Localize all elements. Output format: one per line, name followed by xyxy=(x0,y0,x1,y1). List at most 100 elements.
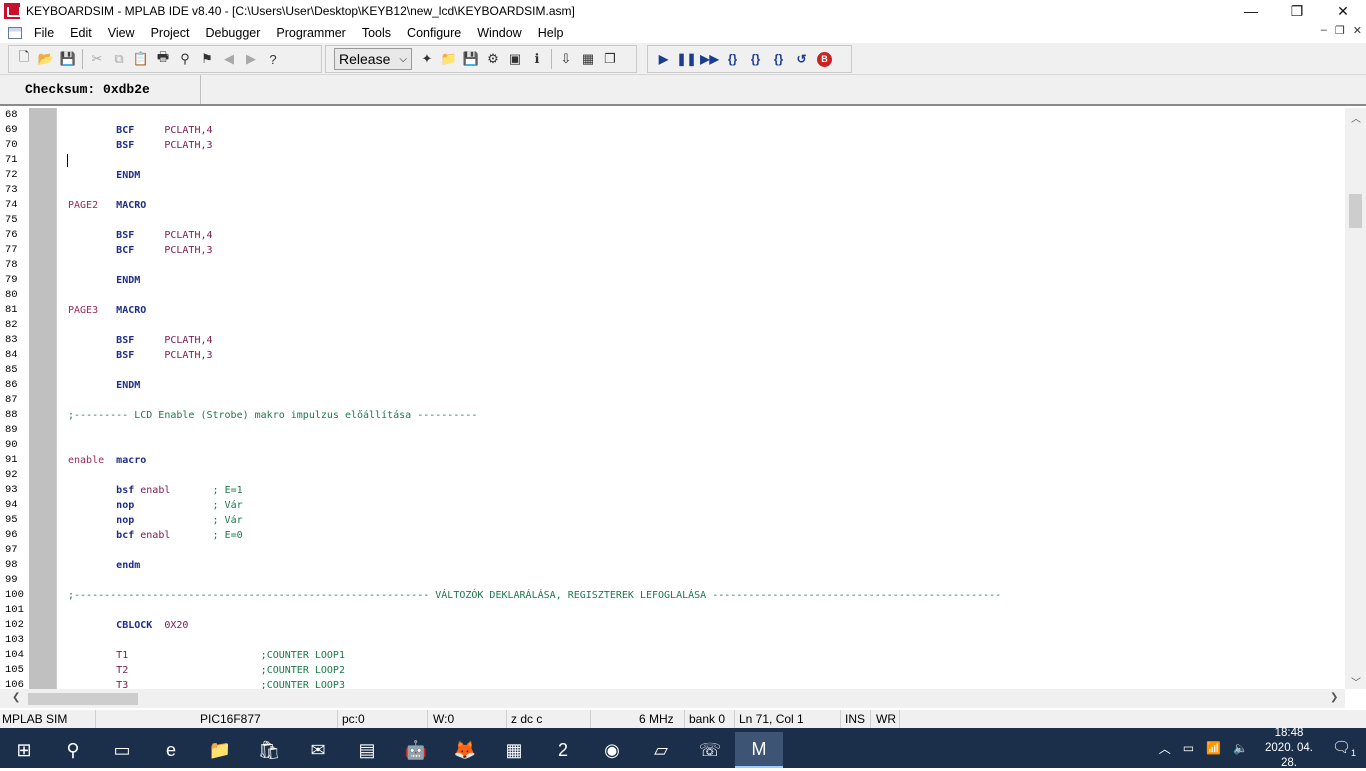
scroll-right-icon[interactable]: ❯ xyxy=(1330,692,1338,703)
code-line[interactable] xyxy=(58,573,1344,588)
notification-center-icon[interactable]: 🗨1 xyxy=(1322,738,1366,758)
horizontal-scrollbar[interactable]: ❮ ❯ xyxy=(0,689,1345,708)
code-line[interactable]: ;--------- LCD Enable (Strobe) makro imp… xyxy=(58,408,1344,423)
reset-icon[interactable]: ↺ xyxy=(790,48,813,70)
breakpoints-icon[interactable]: B xyxy=(817,51,832,67)
chrome-icon[interactable]: ◉ xyxy=(588,732,636,768)
firefox-icon[interactable]: 🦊 xyxy=(441,732,489,768)
menu-programmer[interactable]: Programmer xyxy=(268,26,353,40)
bookmark-next-icon[interactable]: ▶ xyxy=(240,48,262,70)
battery-icon[interactable]: ▭ xyxy=(1183,741,1194,755)
breakpoint-margin[interactable] xyxy=(29,108,56,689)
viber-icon[interactable]: ☏ xyxy=(686,732,734,768)
code-line[interactable] xyxy=(58,603,1344,618)
task-view-icon[interactable]: ▭ xyxy=(98,732,146,768)
android-icon[interactable]: 🤖 xyxy=(392,732,440,768)
minimize-button[interactable]: — xyxy=(1228,0,1274,22)
menu-debugger[interactable]: Debugger xyxy=(197,26,268,40)
doc-minimize-button[interactable]: – xyxy=(1321,24,1327,37)
menu-tools[interactable]: Tools xyxy=(354,26,399,40)
code-line[interactable]: bsf enabl ; E=1 xyxy=(58,483,1344,498)
code-line[interactable] xyxy=(58,318,1344,333)
control-panel-icon[interactable]: ▤ xyxy=(343,732,391,768)
calculator-icon[interactable]: ▦ xyxy=(490,732,538,768)
run-icon[interactable]: ▶ xyxy=(652,48,675,70)
maximize-button[interactable]: ❐ xyxy=(1274,0,1320,22)
build-icon[interactable]: ⚙ xyxy=(482,48,504,70)
menu-view[interactable]: View xyxy=(100,26,143,40)
code-line[interactable]: ENDM xyxy=(58,168,1344,183)
code-line[interactable] xyxy=(58,288,1344,303)
code-line[interactable] xyxy=(58,213,1344,228)
mplab-icon[interactable]: M xyxy=(735,732,783,768)
code-editor[interactable]: 68 69 70 71 72 73 74 75 76 77 78 79 80 81 82 83 84 85 86 87… xyxy=(0,104,1366,710)
code-line[interactable]: BCF PCLATH,3 xyxy=(58,243,1344,258)
find-icon[interactable]: ⚲ xyxy=(174,48,196,70)
code-line[interactable] xyxy=(58,153,1344,168)
code-line[interactable] xyxy=(58,393,1344,408)
memory-icon[interactable]: ▦ xyxy=(577,48,599,70)
code-line[interactable]: BSF PCLATH,3 xyxy=(58,138,1344,153)
doc-restore-button[interactable]: ❐ xyxy=(1335,24,1345,37)
build-config-select[interactable]: Release ⌵ xyxy=(334,48,412,70)
search-icon[interactable]: ⚲ xyxy=(49,732,97,768)
start-icon[interactable]: ⊞ xyxy=(0,732,48,768)
pickit2-icon[interactable]: 2 xyxy=(539,732,587,768)
code-line[interactable]: bcf enabl ; E=0 xyxy=(58,528,1344,543)
new-project-icon[interactable]: ✦ xyxy=(416,48,438,70)
make-icon[interactable]: ▣ xyxy=(504,48,526,70)
menu-project[interactable]: Project xyxy=(143,26,198,40)
code-line[interactable] xyxy=(58,108,1344,123)
bookmark-prev-icon[interactable]: ◀ xyxy=(218,48,240,70)
vertical-scrollbar[interactable]: ︿ ﹀ xyxy=(1345,108,1366,689)
code-line[interactable]: BSF PCLATH,4 xyxy=(58,228,1344,243)
code-line[interactable]: BSF PCLATH,3 xyxy=(58,348,1344,363)
import-icon[interactable]: ⇩ xyxy=(555,48,577,70)
step-into-icon[interactable]: {} xyxy=(721,48,744,70)
code-line[interactable]: ENDM xyxy=(58,273,1344,288)
code-line[interactable]: nop ; Vár xyxy=(58,498,1344,513)
code-line[interactable] xyxy=(58,543,1344,558)
code-line[interactable]: enable macro xyxy=(58,453,1344,468)
halt-icon[interactable]: ❚❚ xyxy=(675,48,698,70)
open-file-icon[interactable]: 📂 xyxy=(35,48,57,70)
code-line[interactable] xyxy=(58,468,1344,483)
code-line[interactable]: BSF PCLATH,4 xyxy=(58,333,1344,348)
code-line[interactable]: nop ; Vár xyxy=(58,513,1344,528)
help-icon[interactable]: ? xyxy=(262,48,284,70)
tray-overflow-icon[interactable]: ︿ xyxy=(1159,740,1171,757)
code-line[interactable] xyxy=(58,423,1344,438)
volume-icon[interactable]: 🔈 xyxy=(1233,741,1248,755)
code-area[interactable]: BCF PCLATH,4 BSF PCLATH,3 ENDM PAGE2 MACR… xyxy=(58,108,1344,689)
code-line[interactable] xyxy=(58,438,1344,453)
print-icon[interactable]: 🖶 xyxy=(152,48,174,70)
code-line[interactable] xyxy=(58,633,1344,648)
mail-icon[interactable]: ✉ xyxy=(294,732,342,768)
doc-close-button[interactable]: ✕ xyxy=(1353,24,1362,37)
new-file-icon[interactable]: 🗋 xyxy=(13,48,35,70)
open-project-icon[interactable]: 📁 xyxy=(438,48,460,70)
code-line[interactable] xyxy=(58,258,1344,273)
code-line[interactable] xyxy=(58,183,1344,198)
animate-icon[interactable]: ▶▶ xyxy=(698,48,721,70)
code-line[interactable]: PAGE2 MACRO xyxy=(58,198,1344,213)
scroll-left-icon[interactable]: ❮ xyxy=(12,692,20,703)
code-line[interactable]: CBLOCK 0X20 xyxy=(58,618,1344,633)
code-line[interactable]: PAGE3 MACRO xyxy=(58,303,1344,318)
cut-icon[interactable]: ✂ xyxy=(86,48,108,70)
clock[interactable]: 18:48 2020. 04. 28. xyxy=(1256,726,1322,771)
file-explorer-icon[interactable]: 📁 xyxy=(196,732,244,768)
save-icon[interactable]: 💾 xyxy=(57,48,79,70)
network-icon[interactable]: 📶 xyxy=(1206,741,1221,755)
code-line[interactable]: T1 ;COUNTER LOOP1 xyxy=(58,648,1344,663)
scroll-down-icon[interactable]: ﹀ xyxy=(1351,674,1361,689)
code-line[interactable]: T3 ;COUNTER LOOP3 xyxy=(58,678,1344,689)
code-line[interactable]: endm xyxy=(58,558,1344,573)
code-line[interactable]: ;---------------------------------------… xyxy=(58,588,1344,603)
code-line[interactable]: BCF PCLATH,4 xyxy=(58,123,1344,138)
document-window-icon[interactable] xyxy=(8,26,22,39)
windows-icon[interactable]: ❐ xyxy=(599,48,621,70)
code-line[interactable]: T2 ;COUNTER LOOP2 xyxy=(58,663,1344,678)
menu-edit[interactable]: Edit xyxy=(62,26,100,40)
menu-configure[interactable]: Configure xyxy=(399,26,469,40)
